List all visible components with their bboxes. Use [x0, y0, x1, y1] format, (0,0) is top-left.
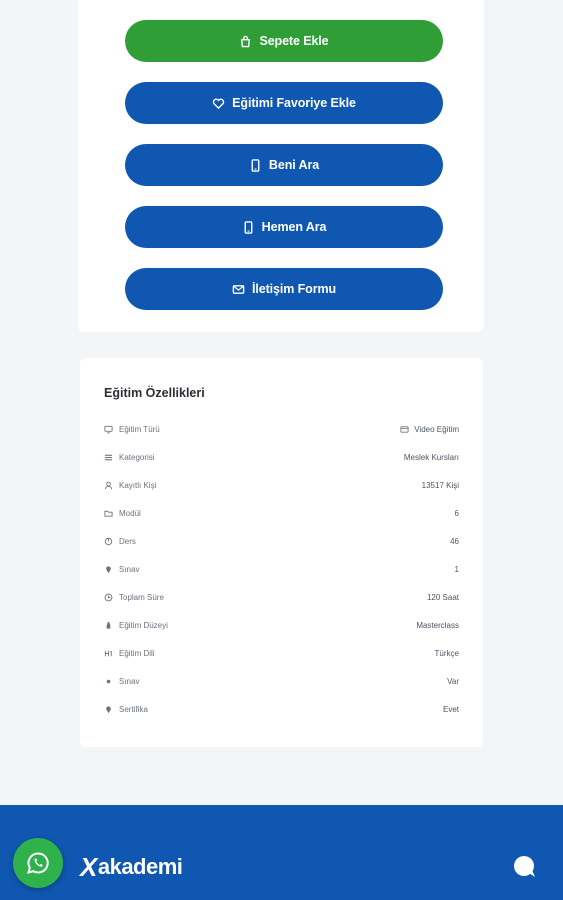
shopping-bag-icon [241, 35, 251, 47]
feature-row: Kategorisi Meslek Kursları [104, 450, 459, 464]
feature-value: 120 Saat [426, 592, 459, 602]
whatsapp-icon [27, 852, 49, 874]
call-now-label: Hemen Ara [261, 220, 327, 234]
user-icon [104, 481, 113, 489]
phone-icon [251, 158, 260, 172]
feature-label: Sınav [119, 564, 140, 574]
contact-form-button[interactable]: İletişim Formu [125, 268, 443, 310]
feature-label: Kayıtlı Kişi [119, 480, 157, 490]
feature-value: 1 [454, 564, 459, 574]
feature-label: Kategorisi [119, 452, 155, 462]
chat-button[interactable] [500, 842, 550, 892]
add-favorite-label: Eğitimi Favoriye Ekle [232, 96, 356, 110]
feature-label: Eğitim Türü [119, 424, 160, 434]
list-icon [104, 454, 113, 460]
add-favorite-button[interactable]: Eğitimi Favoriye Ekle [125, 82, 443, 124]
feature-value: 46 [450, 536, 459, 546]
add-to-cart-label: Sepete Ekle [259, 34, 329, 48]
level-icon [106, 621, 111, 629]
feature-label: Sertifika [119, 704, 148, 714]
feature-label: Eğitim Düzeyi [119, 620, 168, 630]
feature-row: Sınav Var [104, 674, 459, 688]
feature-value: 6 [454, 508, 459, 518]
feature-value: Var [447, 676, 459, 686]
feature-value: Video Eğitim [414, 424, 459, 434]
action-card: Sepete Ekle Eğitimi Favoriye Ekle Beni A… [78, 0, 484, 332]
logo-text: akademi [97, 854, 183, 879]
language-icon [104, 650, 113, 656]
phone-icon [244, 220, 253, 234]
feature-row: Ders 46 [104, 534, 459, 548]
video-icon [400, 425, 409, 433]
feature-row: Sınav 1 [104, 562, 459, 576]
feature-value: 13517 Kişi [421, 480, 459, 490]
call-me-button[interactable]: Beni Ara [125, 144, 443, 186]
feature-row: Modül 6 [104, 506, 459, 520]
pin-icon [106, 705, 111, 713]
feature-value: Evet [442, 704, 459, 714]
features-title: Eğitim Özellikleri [104, 386, 205, 400]
folder-icon [104, 510, 113, 517]
add-to-cart-button[interactable]: Sepete Ekle [125, 20, 443, 62]
call-me-label: Beni Ara [268, 158, 320, 172]
dot-icon [106, 679, 111, 683]
envelope-icon [232, 284, 245, 294]
feature-label: Toplam Süre [119, 592, 164, 602]
feature-row: Eğitim Düzeyi Masterclass [104, 618, 459, 632]
feature-label: Ders [119, 536, 136, 546]
clock-icon [104, 593, 113, 601]
feature-row: Sertifika Evet [104, 702, 459, 716]
whatsapp-button[interactable] [13, 838, 63, 888]
monitor-icon [104, 425, 113, 433]
pin-icon [106, 565, 111, 573]
contact-form-label: İletişim Formu [251, 282, 337, 296]
logo-x: X [80, 851, 97, 882]
book-icon [104, 537, 113, 545]
heart-icon [213, 98, 225, 109]
feature-row: Eğitim Dili Türkçe [104, 646, 459, 660]
feature-label: Sınav [119, 676, 140, 686]
features-card: Eğitim Özellikleri Eğitim Türü Video Eği… [80, 358, 483, 747]
feature-value: Türkçe [434, 648, 459, 658]
chat-bubble-icon [514, 856, 535, 877]
call-now-button[interactable]: Hemen Ara [125, 206, 443, 248]
feature-label: Modül [119, 508, 141, 518]
site-logo[interactable]: X akademi [80, 851, 183, 882]
feature-row: Eğitim Türü Video Eğitim [104, 422, 459, 436]
feature-value: Meslek Kursları [403, 452, 459, 462]
feature-value: Masterclass [416, 620, 459, 630]
feature-row: Kayıtlı Kişi 13517 Kişi [104, 478, 459, 492]
feature-row: Toplam Süre 120 Saat [104, 590, 459, 604]
feature-label: Eğitim Dili [119, 648, 155, 658]
